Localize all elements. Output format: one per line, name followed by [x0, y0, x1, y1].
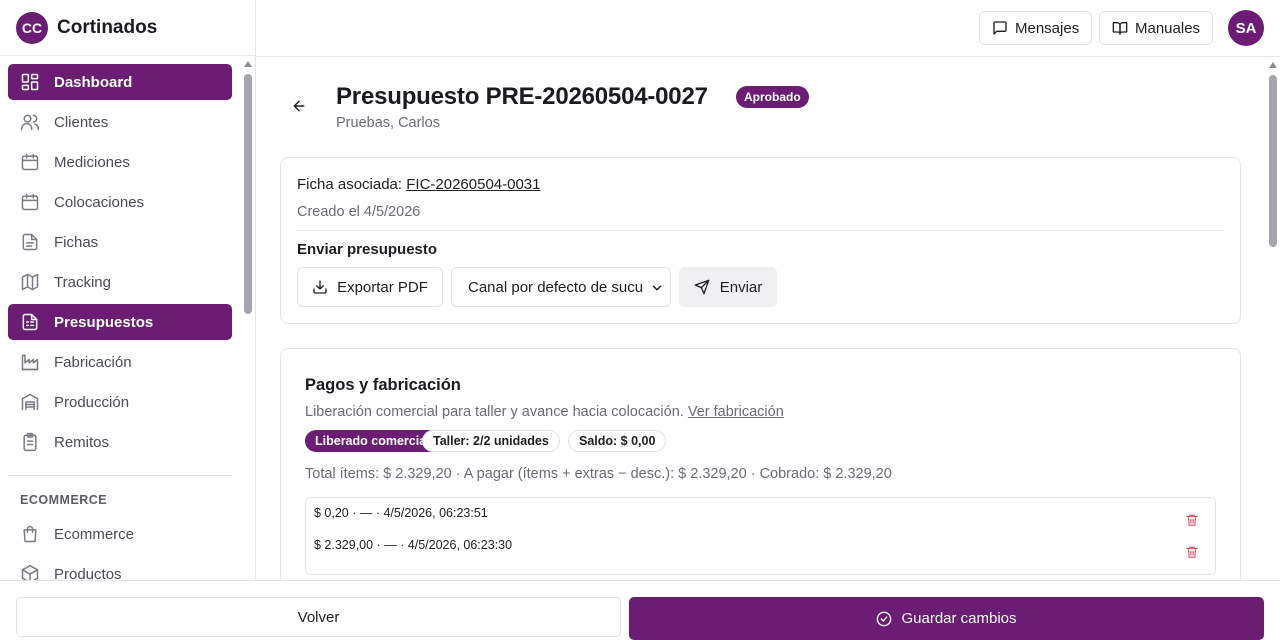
export-pdf-label: Exportar PDF [337, 278, 428, 296]
sidebar-item-label: Productos [54, 565, 122, 581]
sidebar-divider [8, 475, 232, 476]
sidebar-item-fabricacion[interactable]: Fabricación [8, 344, 232, 380]
calendar-icon [21, 193, 39, 211]
sidebar-item-label: Ecommerce [54, 525, 135, 543]
sidebar: CC Cortinados Dashboard Clientes Medicio… [0, 0, 256, 580]
map-icon [21, 273, 39, 291]
sidebar-section-ecommerce: ECOMMERCE [20, 493, 108, 507]
back-arrow-button[interactable] [288, 95, 310, 117]
download-icon [313, 280, 327, 294]
user-avatar[interactable]: SA [1228, 10, 1264, 46]
payments-list: $ 0,20 · — · 4/5/2026, 06:23:51 $ 2.329,… [305, 497, 1216, 575]
sidebar-item-label: Clientes [54, 113, 109, 131]
sidebar-item-dashboard[interactable]: Dashboard [8, 64, 232, 100]
manuals-button[interactable]: Manuales [1099, 11, 1214, 45]
sidebar-item-label: Fichas [54, 233, 99, 251]
scroll-up-arrow-icon[interactable] [244, 61, 252, 67]
brand[interactable]: CC Cortinados [0, 0, 255, 56]
sidebar-item-label: Tracking [54, 273, 111, 291]
workshop-units-badge: Taller: 2/2 unidades [422, 430, 560, 452]
commercial-release-badge: Liberado comercial [305, 430, 440, 452]
package-icon [21, 564, 39, 580]
send-button[interactable]: Enviar [679, 267, 777, 307]
clipboard-icon [23, 432, 37, 452]
channel-select-value: Canal por defecto de sucu [468, 278, 644, 296]
sidebar-item-label: Fabricación [54, 353, 132, 371]
sidebar-item-presupuestos[interactable]: Presupuestos [8, 304, 232, 340]
sidebar-item-remitos[interactable]: Remitos [8, 424, 232, 460]
sidebar-scrollbar[interactable] [241, 56, 255, 580]
footer-actions: Volver Guardar cambios [0, 580, 1280, 640]
chevron-down-icon [650, 281, 664, 295]
sidebar-item-productos[interactable]: Productos [8, 556, 232, 580]
send-icon [694, 279, 710, 295]
trash-icon[interactable] [1185, 513, 1199, 527]
sidebar-item-label: Dashboard [54, 73, 133, 91]
client-name: Pruebas, Carlos [336, 115, 440, 131]
sidebar-item-label: Presupuestos [54, 313, 154, 331]
payments-card: Pagos y fabricación Liberación comercial… [280, 348, 1241, 580]
dashboard-icon [21, 73, 39, 91]
message-icon [993, 21, 1007, 35]
page-title: Presupuesto PRE-20260504-0027 [336, 83, 708, 110]
main-scrollbar[interactable] [1266, 57, 1280, 580]
sidebar-item-colocaciones[interactable]: Colocaciones [8, 184, 232, 220]
totals-text: Total ítems: $ 2.329,20 · A pagar (ítems… [305, 466, 892, 482]
status-badge: Aprobado [736, 86, 809, 108]
sidebar-item-clientes[interactable]: Clientes [8, 104, 232, 140]
messages-label: Mensajes [1015, 19, 1080, 37]
spreadsheet-icon [22, 313, 38, 331]
warehouse-icon [21, 393, 39, 411]
scrollbar-thumb[interactable] [244, 74, 252, 314]
users-icon [20, 114, 40, 131]
balance-badge: Saldo: $ 0,00 [568, 430, 667, 452]
created-date: Creado el 4/5/2026 [297, 204, 421, 220]
save-changes-button[interactable]: Guardar cambios [629, 597, 1264, 640]
channel-select[interactable]: Canal por defecto de sucu [451, 267, 671, 307]
book-open-icon [1112, 22, 1128, 35]
sidebar-item-fichas[interactable]: Fichas [8, 224, 232, 260]
sidebar-nav: Dashboard Clientes Mediciones Colocacion… [0, 56, 240, 580]
ficha-line: Ficha asociada: FIC-20260504-0031 [297, 176, 541, 193]
sidebar-item-label: Mediciones [54, 153, 130, 171]
payments-description-text: Liberación comercial para taller y avanc… [305, 404, 684, 420]
export-pdf-button[interactable]: Exportar PDF [297, 267, 443, 307]
sidebar-item-label: Colocaciones [54, 193, 145, 211]
calendar-icon [21, 153, 39, 171]
top-bar: Mensajes Manuales SA [256, 0, 1280, 57]
shopping-bag-icon [23, 525, 37, 543]
scrollbar-thumb[interactable] [1269, 75, 1277, 247]
payments-title: Pagos y fabricación [305, 376, 461, 394]
manuals-label: Manuales [1135, 19, 1201, 37]
trash-icon[interactable] [1185, 545, 1199, 559]
file-icon [22, 233, 38, 251]
save-changes-label: Guardar cambios [901, 610, 1017, 627]
back-button[interactable]: Volver [16, 597, 621, 637]
messages-button[interactable]: Mensajes [979, 11, 1093, 45]
check-circle-icon [877, 611, 892, 626]
ficha-link[interactable]: FIC-20260504-0031 [406, 176, 540, 193]
send-section-title: Enviar presupuesto [297, 241, 438, 258]
sidebar-item-ecommerce[interactable]: Ecommerce [8, 516, 232, 552]
brand-logo: CC [16, 11, 48, 44]
sidebar-item-label: Producción [54, 393, 130, 411]
send-label: Enviar [719, 278, 763, 296]
sidebar-item-mediciones[interactable]: Mediciones [8, 144, 232, 180]
payment-row: $ 2.329,00 · — · 4/5/2026, 06:23:30 [314, 538, 513, 552]
payments-description: Liberación comercial para taller y avanc… [305, 404, 784, 420]
sidebar-item-label: Remitos [54, 433, 110, 451]
sidebar-item-produccion[interactable]: Producción [8, 384, 232, 420]
factory-icon [21, 354, 39, 371]
arrow-left-icon [293, 100, 305, 112]
sidebar-item-tracking[interactable]: Tracking [8, 264, 232, 300]
brand-name: Cortinados [57, 16, 158, 38]
payment-row: $ 0,20 · — · 4/5/2026, 06:23:51 [314, 506, 488, 520]
fabrication-link[interactable]: Ver fabricación [688, 404, 784, 420]
ficha-label: Ficha asociada: [297, 176, 403, 193]
divider [297, 230, 1224, 231]
scroll-up-arrow-icon[interactable] [1269, 62, 1277, 68]
main-content: Presupuesto PRE-20260504-0027 Aprobado P… [256, 57, 1280, 580]
summary-card: Ficha asociada: FIC-20260504-0031 Creado… [280, 157, 1241, 324]
